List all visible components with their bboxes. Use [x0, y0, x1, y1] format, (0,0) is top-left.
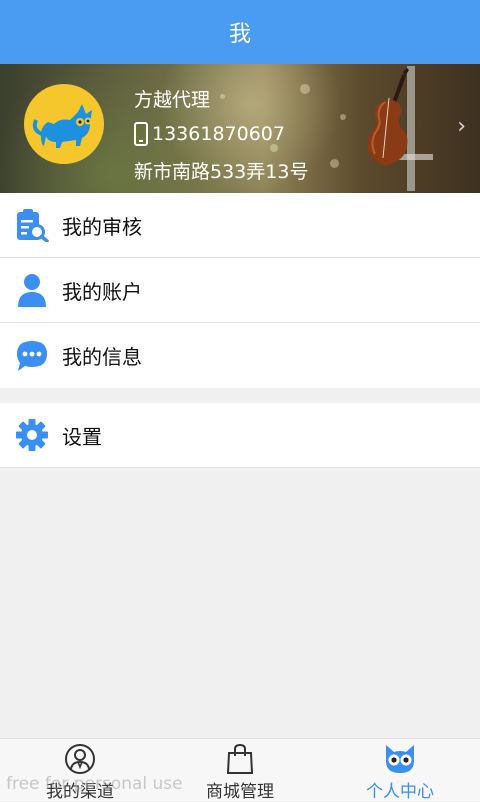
- page-title: 我: [228, 22, 251, 47]
- agent-avatar-icon: [64, 743, 96, 775]
- menu-list: 我的审核 我的账户 我的信息: [0, 193, 480, 388]
- menu-item-label: 我的信息: [62, 345, 142, 369]
- avatar[interactable]: [24, 84, 104, 164]
- gear-icon: [14, 417, 50, 453]
- tab-mall[interactable]: 商城管理: [160, 739, 320, 802]
- menu-item-label: 设置: [62, 424, 102, 449]
- menu-item-messages[interactable]: 我的信息: [0, 323, 480, 388]
- phone-icon: [134, 122, 148, 146]
- review-search-icon: [14, 207, 50, 243]
- tab-label: 个人中心: [366, 782, 434, 802]
- profile-phone: 13361870607: [152, 123, 285, 145]
- settings-list: 设置: [0, 403, 480, 468]
- tab-personal-center[interactable]: 个人中心: [320, 739, 480, 802]
- menu-item-review[interactable]: 我的审核: [0, 193, 480, 258]
- profile-chevron-right-icon[interactable]: ›: [457, 114, 466, 139]
- menu-item-label: 我的审核: [62, 214, 142, 239]
- user-icon: [14, 272, 50, 308]
- cat-face-icon: [383, 743, 417, 775]
- tab-label: 商城管理: [206, 782, 274, 802]
- violin-image: [367, 66, 433, 191]
- shopping-bag-icon: [226, 743, 254, 775]
- profile-name: 方越代理: [134, 88, 211, 111]
- cat-avatar-icon: [32, 104, 92, 148]
- bottom-tab-bar: 我的渠道 商城管理 个人中心: [0, 738, 480, 802]
- profile-banner[interactable]: 方越代理 13361870607 新市南路533弄13号 ›: [0, 64, 480, 193]
- profile-address: 新市南路533弄13号: [134, 160, 309, 183]
- tab-channels[interactable]: 我的渠道: [0, 739, 160, 802]
- menu-item-label: 我的账户: [62, 279, 142, 304]
- top-bar: 我: [0, 0, 480, 64]
- menu-item-settings[interactable]: 设置: [0, 403, 480, 468]
- profile-info: 方越代理 13361870607 新市南路533弄13号: [134, 80, 308, 188]
- tab-label: 我的渠道: [46, 782, 114, 802]
- chat-bubble-icon: [14, 338, 50, 374]
- menu-item-account[interactable]: 我的账户: [0, 258, 480, 323]
